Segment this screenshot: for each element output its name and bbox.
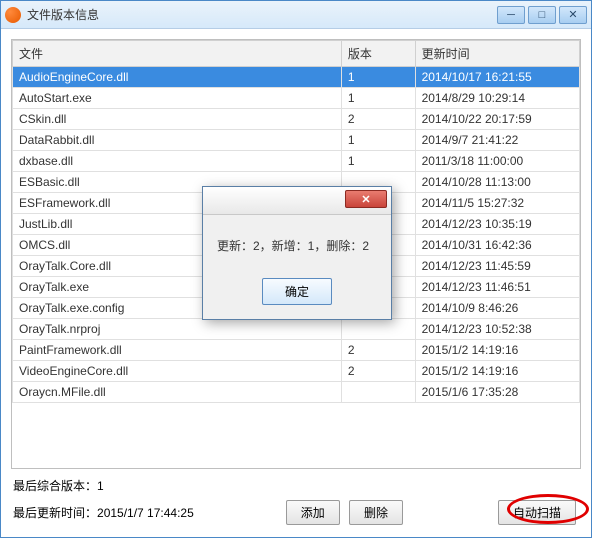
table-row[interactable]: DataRabbit.dll12014/9/7 21:41:22: [13, 130, 580, 151]
app-icon: [5, 7, 21, 23]
header-version[interactable]: 版本: [341, 41, 415, 67]
message-dialog: ✕ 更新：2，新增：1，删除：2 确定: [202, 186, 392, 320]
dialog-ok-button[interactable]: 确定: [262, 278, 332, 305]
cell-file: OrayTalk.nrproj: [13, 319, 342, 340]
table-row[interactable]: PaintFramework.dll22015/1/2 14:19:16: [13, 340, 580, 361]
cell-file: CSkin.dll: [13, 109, 342, 130]
table-row[interactable]: AutoStart.exe12014/8/29 10:29:14: [13, 88, 580, 109]
header-time[interactable]: 更新时间: [415, 41, 579, 67]
table-row[interactable]: OrayTalk.nrproj 2014/12/23 10:52:38: [13, 319, 580, 340]
last-version-value: 1: [97, 479, 104, 493]
dialog-close-button[interactable]: ✕: [345, 190, 387, 208]
cell-version: 1: [341, 88, 415, 109]
table-row[interactable]: dxbase.dll12011/3/18 11:00:00: [13, 151, 580, 172]
cell-file: VideoEngineCore.dll: [13, 361, 342, 382]
table-row[interactable]: AudioEngineCore.dll12014/10/17 16:21:55: [13, 67, 580, 88]
cell-version: 1: [341, 67, 415, 88]
footer-center-buttons: 添加 删除: [194, 500, 495, 525]
cell-version: 2: [341, 340, 415, 361]
last-update-value: 2015/1/7 17:44:25: [97, 506, 194, 520]
cell-version: 1: [341, 151, 415, 172]
cell-time: 2014/9/7 21:41:22: [415, 130, 579, 151]
last-version-line: 最后综合版本： 1: [13, 477, 579, 494]
dialog-message: 更新：2，新增：1，删除：2: [203, 215, 391, 272]
header-file[interactable]: 文件: [13, 41, 342, 67]
close-button[interactable]: ✕: [559, 6, 587, 24]
dialog-titlebar: ✕: [203, 187, 391, 215]
cell-version: 2: [341, 109, 415, 130]
last-update-label: 最后更新时间：: [13, 504, 97, 521]
cell-time: 2011/3/18 11:00:00: [415, 151, 579, 172]
cell-version: 1: [341, 130, 415, 151]
window-controls: ─ □ ✕: [497, 6, 587, 24]
cell-time: 2015/1/2 14:19:16: [415, 340, 579, 361]
titlebar: 文件版本信息 ─ □ ✕: [1, 1, 591, 29]
table-header-row: 文件 版本 更新时间: [13, 41, 580, 67]
cell-time: 2014/12/23 11:46:51: [415, 277, 579, 298]
cell-file: AudioEngineCore.dll: [13, 67, 342, 88]
scan-button-wrap: 自动扫描: [495, 500, 579, 525]
table-row[interactable]: Oraycn.MFile.dll 2015/1/6 17:35:28: [13, 382, 580, 403]
cell-file: DataRabbit.dll: [13, 130, 342, 151]
minimize-button[interactable]: ─: [497, 6, 525, 24]
last-version-label: 最后综合版本：: [13, 477, 97, 494]
cell-time: 2014/10/31 16:42:36: [415, 235, 579, 256]
table-row[interactable]: CSkin.dll22014/10/22 20:17:59: [13, 109, 580, 130]
cell-version: [341, 319, 415, 340]
cell-time: 2014/8/29 10:29:14: [415, 88, 579, 109]
cell-time: 2014/10/28 11:13:00: [415, 172, 579, 193]
cell-time: 2014/11/5 15:27:32: [415, 193, 579, 214]
dialog-footer: 确定: [203, 272, 391, 319]
cell-time: 2014/12/23 10:35:19: [415, 214, 579, 235]
auto-scan-button[interactable]: 自动扫描: [498, 500, 576, 525]
cell-version: [341, 382, 415, 403]
cell-time: 2014/10/22 20:17:59: [415, 109, 579, 130]
cell-time: 2015/1/2 14:19:16: [415, 361, 579, 382]
cell-time: 2015/1/6 17:35:28: [415, 382, 579, 403]
cell-file: AutoStart.exe: [13, 88, 342, 109]
cell-file: Oraycn.MFile.dll: [13, 382, 342, 403]
cell-time: 2014/12/23 10:52:38: [415, 319, 579, 340]
add-button[interactable]: 添加: [286, 500, 340, 525]
window-title: 文件版本信息: [27, 6, 497, 23]
cell-time: 2014/10/17 16:21:55: [415, 67, 579, 88]
footer: 最后综合版本： 1 最后更新时间： 2015/1/7 17:44:25 添加 删…: [11, 469, 581, 527]
cell-version: 2: [341, 361, 415, 382]
delete-button[interactable]: 删除: [349, 500, 403, 525]
cell-time: 2014/12/23 11:45:59: [415, 256, 579, 277]
last-update-line: 最后更新时间： 2015/1/7 17:44:25 添加 删除 自动扫描: [13, 500, 579, 525]
table-row[interactable]: VideoEngineCore.dll22015/1/2 14:19:16: [13, 361, 580, 382]
maximize-button[interactable]: □: [528, 6, 556, 24]
cell-file: PaintFramework.dll: [13, 340, 342, 361]
cell-file: dxbase.dll: [13, 151, 342, 172]
cell-time: 2014/10/9 8:46:26: [415, 298, 579, 319]
